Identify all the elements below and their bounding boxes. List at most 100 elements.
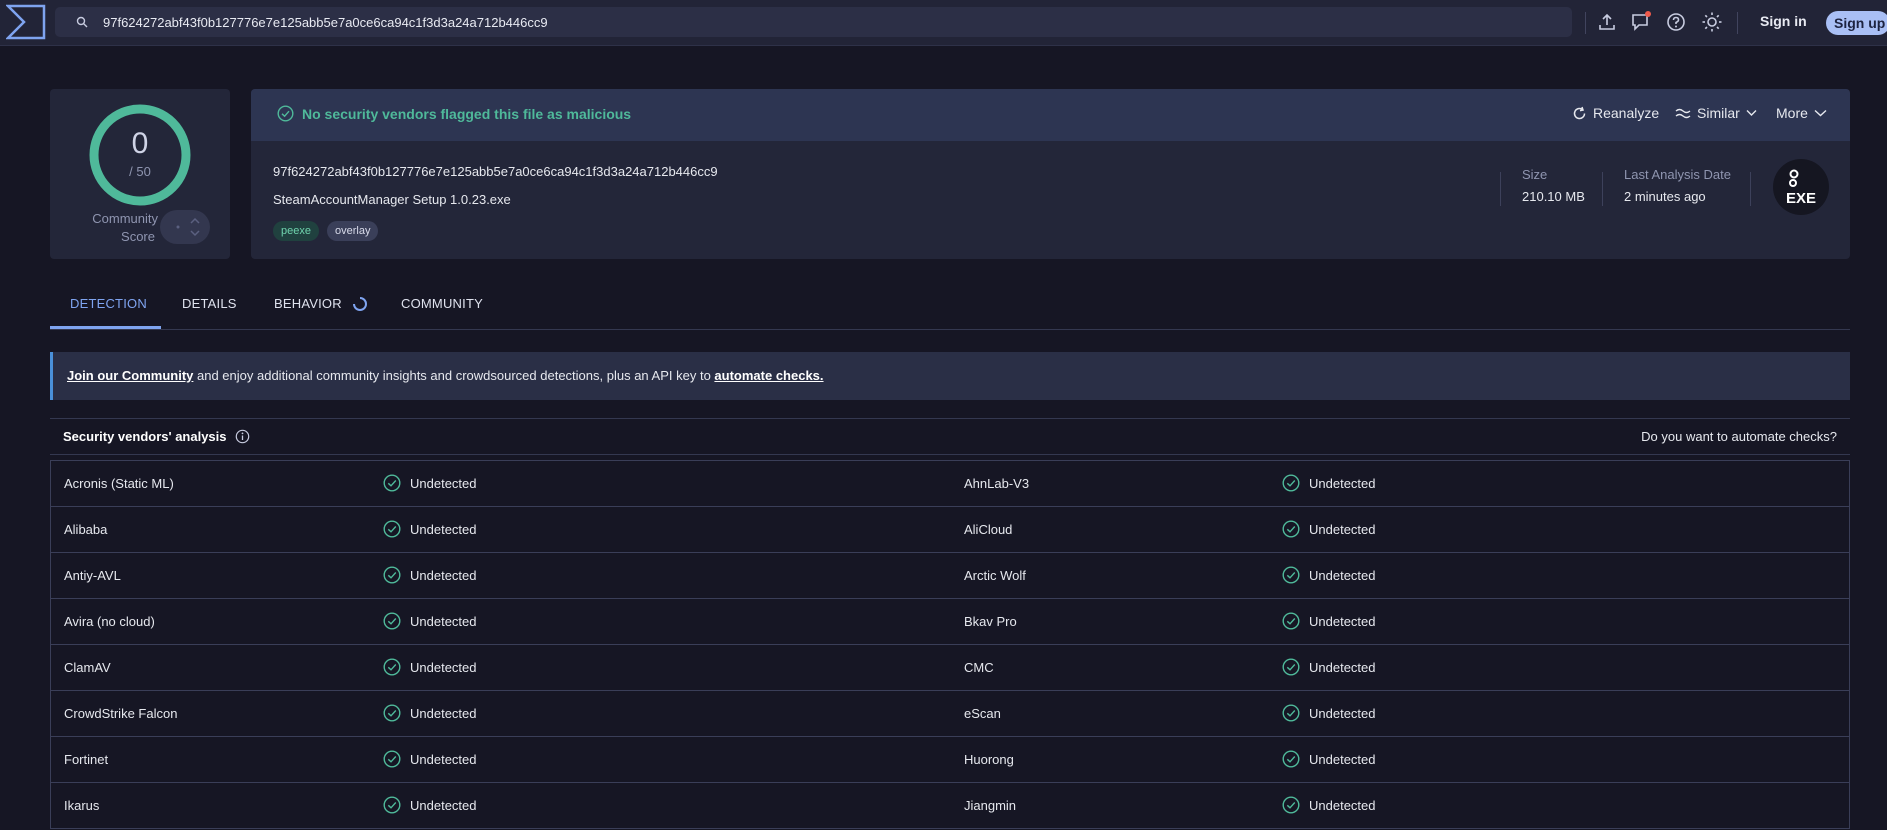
top-bar: Sign in Sign up (0, 0, 1887, 46)
tab-behavior[interactable]: BEHAVIOR (274, 296, 368, 312)
vendor-result-text: Undetected (1309, 613, 1376, 629)
check-circle-icon (1282, 612, 1300, 630)
verdict-text: No security vendors flagged this file as… (302, 105, 632, 122)
vendor-result: Undetected (1282, 612, 1376, 630)
automate-checks-link[interactable]: automate checks. (714, 368, 823, 383)
community-score-label-line1: Community (92, 211, 158, 226)
check-circle-icon (1282, 474, 1300, 492)
more-dropdown[interactable]: More (1776, 105, 1827, 121)
check-circle-icon (383, 796, 401, 814)
reanalyze-label: Reanalyze (1593, 105, 1660, 121)
file-size: Size 210.10 MB (1522, 167, 1585, 204)
vendor-result: Undetected (383, 612, 477, 630)
vendors-table: Acronis (Static ML) Undetected AhnLab-V3 Un… (50, 460, 1850, 829)
tab-behavior-label: BEHAVIOR (274, 296, 342, 311)
sign-up-button[interactable]: Sign up (1826, 11, 1887, 35)
vendor-result-text: Undetected (1309, 567, 1376, 583)
vendor-result-text: Undetected (410, 567, 477, 583)
vendors-title-text: Security vendors' analysis (63, 429, 227, 444)
vendor-name: Fortinet (64, 752, 109, 767)
file-size-value: 210.10 MB (1522, 189, 1585, 204)
check-circle-icon (383, 704, 401, 722)
vendor-name: Huorong (964, 752, 1014, 767)
vendor-name: Bkav Pro (964, 614, 1017, 629)
meta-divider (1750, 172, 1751, 206)
reanalyze-button[interactable]: Reanalyze (1572, 105, 1659, 121)
meta-divider (1500, 172, 1501, 206)
virustotal-logo-icon[interactable] (6, 4, 46, 40)
upload-icon[interactable] (1596, 11, 1618, 33)
table-row: Fortinet Undetected Huorong Undetected (51, 737, 1849, 783)
vendor-name: Jiangmin (964, 798, 1017, 813)
vendor-result: Undetected (1282, 704, 1376, 722)
similar-label: Similar (1697, 105, 1740, 121)
check-circle-icon (1282, 750, 1300, 768)
vendor-result-text: Undetected (1309, 705, 1376, 721)
community-score-label-line2: Score (121, 229, 155, 244)
vendor-result: Undetected (383, 520, 477, 538)
table-row: ClamAV Undetected CMC Undetected (51, 645, 1849, 691)
vendor-result-text: Undetected (410, 521, 477, 537)
table-row: Alibaba Undetected AliCloud Undetected (51, 507, 1849, 553)
vendor-result-text: Undetected (410, 705, 477, 721)
vendor-name: eScan (964, 706, 1001, 721)
community-banner: Join our Community and enjoy additional … (50, 352, 1850, 400)
vendor-name: Alibaba (64, 522, 108, 537)
check-circle-icon (383, 612, 401, 630)
vendor-result: Undetected (383, 704, 477, 722)
search-bar[interactable] (55, 7, 1572, 37)
community-score-label: Community Score (50, 210, 158, 246)
toolbar-divider (1585, 12, 1586, 34)
tab-details[interactable]: DETAILS (182, 296, 237, 311)
check-circle-icon (1282, 796, 1300, 814)
vote-arrows-icon (176, 217, 200, 237)
search-input[interactable] (103, 7, 1553, 37)
file-type-icon: EXE (1773, 159, 1829, 215)
help-icon[interactable] (1665, 11, 1687, 33)
vendor-result: Undetected (1282, 750, 1376, 768)
vendor-name: AliCloud (964, 522, 1013, 537)
vendor-name: Antiy-AVL (64, 568, 121, 583)
vendor-name: ClamAV (64, 660, 111, 675)
file-hash[interactable]: 97f624272abf43f0b127776e7e125abb5e7a0ce6… (273, 164, 718, 179)
table-row: CrowdStrike Falcon Undetected eScan Undetec… (51, 691, 1849, 737)
vendor-result-text: Undetected (1309, 475, 1376, 491)
vendor-name: Avira (no cloud) (64, 614, 155, 629)
vendor-name: CrowdStrike Falcon (64, 706, 178, 721)
tag-overlay[interactable]: overlay (326, 221, 379, 241)
banner-text: and enjoy additional community insights … (193, 368, 715, 383)
active-tab-indicator (50, 326, 161, 329)
vendor-result-text: Undetected (1309, 797, 1376, 813)
vendor-result: Undetected (1282, 566, 1376, 584)
vendor-result-text: Undetected (410, 613, 477, 629)
info-icon[interactable] (235, 429, 250, 444)
join-community-link[interactable]: Join our Community (67, 368, 193, 383)
vendor-result-text: Undetected (410, 751, 477, 767)
sign-in-link[interactable]: Sign in (1760, 13, 1807, 29)
tab-community[interactable]: COMMUNITY (401, 296, 483, 311)
tab-detection[interactable]: DETECTION (70, 296, 147, 311)
vendor-result: Undetected (383, 750, 477, 768)
vendor-name: Ikarus (64, 798, 100, 813)
vendor-result: Undetected (1282, 658, 1376, 676)
check-circle-icon (1282, 704, 1300, 722)
verdict-message: No security vendors flagged this file as… (277, 105, 631, 122)
automate-checks-prompt[interactable]: Do you want to automate checks? (1641, 429, 1837, 444)
vendors-title: Security vendors' analysis (63, 429, 250, 444)
vendor-result: Undetected (383, 474, 477, 492)
vendor-name: CMC (964, 660, 994, 675)
more-label: More (1776, 105, 1808, 121)
similar-dropdown[interactable]: Similar (1675, 105, 1757, 121)
vendor-result-text: Undetected (410, 475, 477, 491)
theme-toggle-icon[interactable] (1701, 11, 1723, 33)
file-tags: peexe overlay (273, 221, 379, 241)
search-icon (76, 16, 88, 28)
exe-gears-icon: EXE (1786, 169, 1816, 207)
check-circle-icon (383, 566, 401, 584)
community-vote-control[interactable] (160, 210, 210, 244)
check-circle-icon (383, 520, 401, 538)
tag-peexe[interactable]: peexe (273, 221, 319, 241)
vendor-name: Arctic Wolf (964, 568, 1026, 583)
file-size-label: Size (1522, 167, 1548, 182)
notifications-icon[interactable] (1630, 11, 1652, 33)
